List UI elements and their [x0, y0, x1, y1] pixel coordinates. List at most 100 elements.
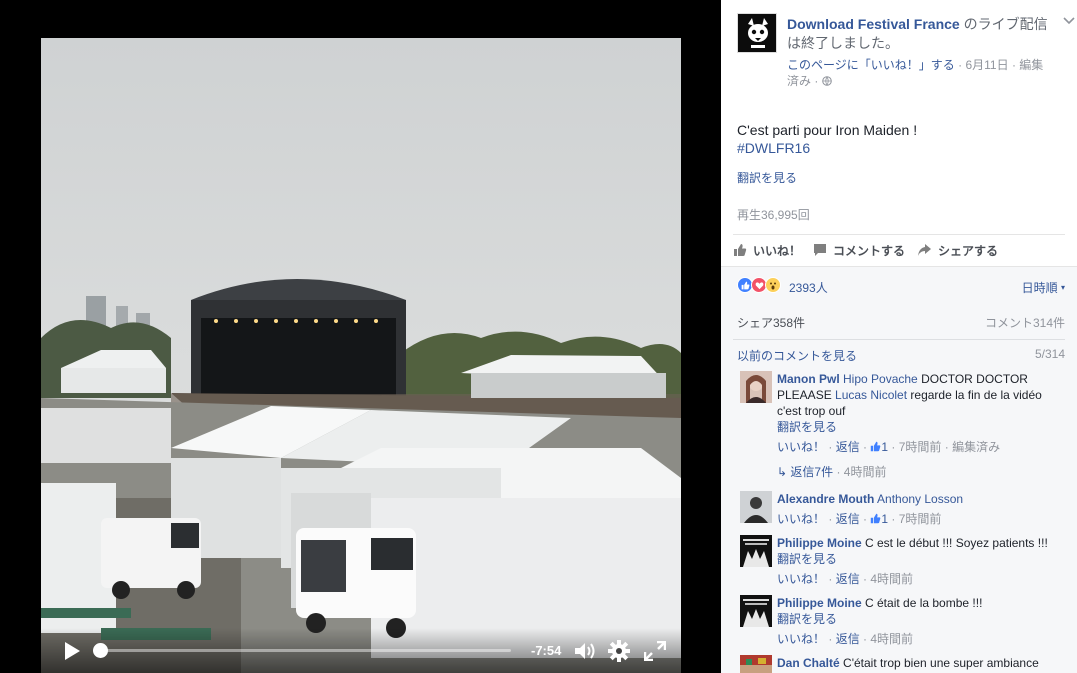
page-avatar[interactable] — [737, 13, 777, 53]
comment-body: Alexandre Mouth Anthony Losson いいね！ · 返信… — [777, 491, 1065, 527]
thumbs-up-icon — [734, 244, 747, 256]
comment-time[interactable]: 7時間前 — [899, 440, 942, 454]
like-button[interactable]: いいね！ — [733, 242, 801, 259]
comment-reply-button[interactable]: 返信 — [836, 512, 860, 526]
replies-time: 4時間前 — [843, 465, 887, 479]
comment-author[interactable]: Philippe Moine — [777, 596, 862, 610]
comment-text: C'était trop bien une super ambiance — [839, 656, 1039, 670]
post-header-text: Download Festival France のライブ配信は終了しました。 … — [787, 15, 1055, 89]
reactions-summary: 2393人 日時順 ▾ — [737, 277, 1065, 295]
share-label: シェアする — [938, 243, 999, 258]
comment-author[interactable]: Manon Pwl — [777, 372, 840, 386]
avatar[interactable] — [740, 491, 772, 523]
volume-icon — [575, 643, 595, 659]
comment-edited[interactable]: 編集済み — [952, 440, 1000, 454]
comment-mention[interactable]: Lucas Nicolet — [835, 388, 907, 402]
thumbs-up-icon — [871, 441, 881, 452]
comment-body: Manon Pwl Hipo Povache DOCTOR DOCTOR PLE… — [777, 371, 1065, 455]
see-translation-link[interactable]: 翻訳を見る — [737, 169, 797, 186]
post-sidebar: Download Festival France のライブ配信は終了しました。 … — [721, 0, 1077, 673]
comment-meta: いいね！ · 返信 · 4時間前 — [777, 572, 914, 586]
avatar[interactable] — [740, 535, 772, 567]
comment-button[interactable]: コメントする — [813, 242, 905, 259]
comment-mention[interactable]: Anthony Losson — [877, 492, 963, 506]
volume-button[interactable] — [574, 641, 598, 664]
comment-like-button[interactable]: いいね！ — [777, 440, 825, 454]
gear-icon — [608, 640, 630, 662]
view-count: 再生36,995回 — [737, 208, 810, 222]
comment-author[interactable]: Alexandre Mouth — [777, 492, 874, 506]
page-name-link[interactable]: Download Festival France — [787, 16, 960, 32]
thumbs-up-icon — [871, 513, 881, 524]
comment-author[interactable]: Dan Chalté — [777, 656, 840, 670]
post-actions: いいね！ コメントする シェアする — [733, 234, 1065, 265]
avatar[interactable] — [740, 371, 772, 403]
reaction-icons[interactable] — [737, 277, 781, 293]
avatar[interactable] — [740, 655, 772, 673]
play-icon — [65, 642, 80, 660]
post-meta: このページに「いいね！」する · 6月11日 · 編集済み · — [787, 58, 1044, 88]
comment-meta: いいね！ · 返信 · 1 · 7時間前 · 編集済み — [777, 440, 1001, 454]
progress-scrubber[interactable] — [93, 643, 108, 658]
see-translation-link[interactable]: 翻訳を見る — [777, 611, 1065, 627]
post-stats: シェア358件 コメント314件 — [737, 314, 1065, 332]
comments-section: 2393人 日時順 ▾ シェア358件 コメント314件 以前のコメントを見る … — [721, 266, 1077, 673]
comment-label: コメントする — [833, 243, 906, 258]
post-message-text: C'est parti pour Iron Maiden ! — [737, 122, 918, 138]
comment-pager: 5/314 — [1034, 347, 1065, 361]
share-icon — [918, 244, 932, 256]
video-still-concert-stage — [41, 38, 681, 673]
hashtag-link[interactable]: #DWLFR16 — [737, 139, 917, 157]
comment-reply-button[interactable]: 返信 — [836, 632, 860, 646]
sort-order-dropdown[interactable]: 日時順 ▾ — [1022, 279, 1065, 296]
comment-time[interactable]: 7時間前 — [899, 512, 942, 526]
progress-bar[interactable] — [99, 649, 511, 652]
comment-body: Philippe Moine C était de la bombe !!! 翻… — [777, 595, 1065, 647]
comment-like-button[interactable]: いいね！ — [777, 632, 825, 646]
like-count-value: 1 — [881, 512, 889, 526]
comment-reply-button[interactable]: 返信 — [836, 572, 860, 586]
comment-meta: いいね！ · 返信 · 1 · 7時間前 — [777, 512, 942, 526]
time-remaining: -7:54 — [531, 643, 562, 658]
video-player[interactable]: -7:54 — [0, 0, 721, 673]
caret-down-icon: ▾ — [1060, 283, 1065, 292]
see-translation-link[interactable]: 翻訳を見る — [777, 419, 1065, 435]
previous-comments-row: 以前のコメントを見る 5/314 — [737, 347, 1065, 365]
comment-text: C était de la bombe !!! — [861, 596, 983, 610]
comment-mention[interactable]: Hipo Povache — [843, 372, 918, 386]
comment-text: C est le début !!! Soyez patients !!! — [861, 536, 1048, 550]
fullscreen-button[interactable] — [643, 640, 667, 664]
comment-icon — [814, 244, 827, 256]
play-button[interactable] — [63, 641, 81, 664]
comment-author[interactable]: Philippe Moine — [777, 536, 862, 550]
comment-time[interactable]: 4時間前 — [870, 572, 913, 586]
sort-order-label: 日時順 — [1021, 281, 1058, 295]
see-translation-link[interactable]: 翻訳を見る — [777, 551, 1065, 567]
settings-button[interactable] — [608, 640, 630, 665]
view-replies-link[interactable]: ↳ 返信7件 · 4時間前 — [777, 463, 886, 480]
comment-body: Dan Chalté C'était trop bien une super a… — [777, 655, 1065, 671]
comment-reply-button[interactable]: 返信 — [836, 440, 860, 454]
comment-like-button[interactable]: いいね！ — [777, 512, 825, 526]
comment-like-count[interactable]: 1 — [870, 512, 888, 526]
post-date[interactable]: 6月11日 — [965, 58, 1008, 72]
like-page-link[interactable]: このページに「いいね！」する — [787, 58, 955, 72]
view-previous-comments-link[interactable]: 以前のコメントを見る — [737, 347, 857, 364]
download-festival-logo — [738, 14, 776, 52]
reply-arrow-icon: ↳ — [777, 465, 788, 479]
avatar[interactable] — [740, 595, 772, 627]
chevron-down-icon[interactable] — [1063, 16, 1075, 28]
comment-meta: いいね！ · 返信 · 4時間前 — [777, 632, 914, 646]
share-count[interactable]: シェア358件 — [737, 314, 805, 331]
video-controls: -7:54 — [41, 628, 681, 673]
like-label: いいね！ — [753, 243, 802, 258]
share-button[interactable]: シェアする — [917, 242, 998, 259]
comment-like-button[interactable]: いいね！ — [777, 572, 825, 586]
reaction-count[interactable]: 2393人 — [789, 279, 828, 296]
comment-like-count[interactable]: 1 — [870, 440, 888, 454]
comment-body: Philippe Moine C est le début !!! Soyez … — [777, 535, 1065, 587]
like-count-value: 1 — [881, 440, 889, 454]
comment-count: コメント314件 — [984, 316, 1065, 330]
video-frame[interactable] — [41, 38, 681, 673]
comment-time[interactable]: 4時間前 — [870, 632, 913, 646]
